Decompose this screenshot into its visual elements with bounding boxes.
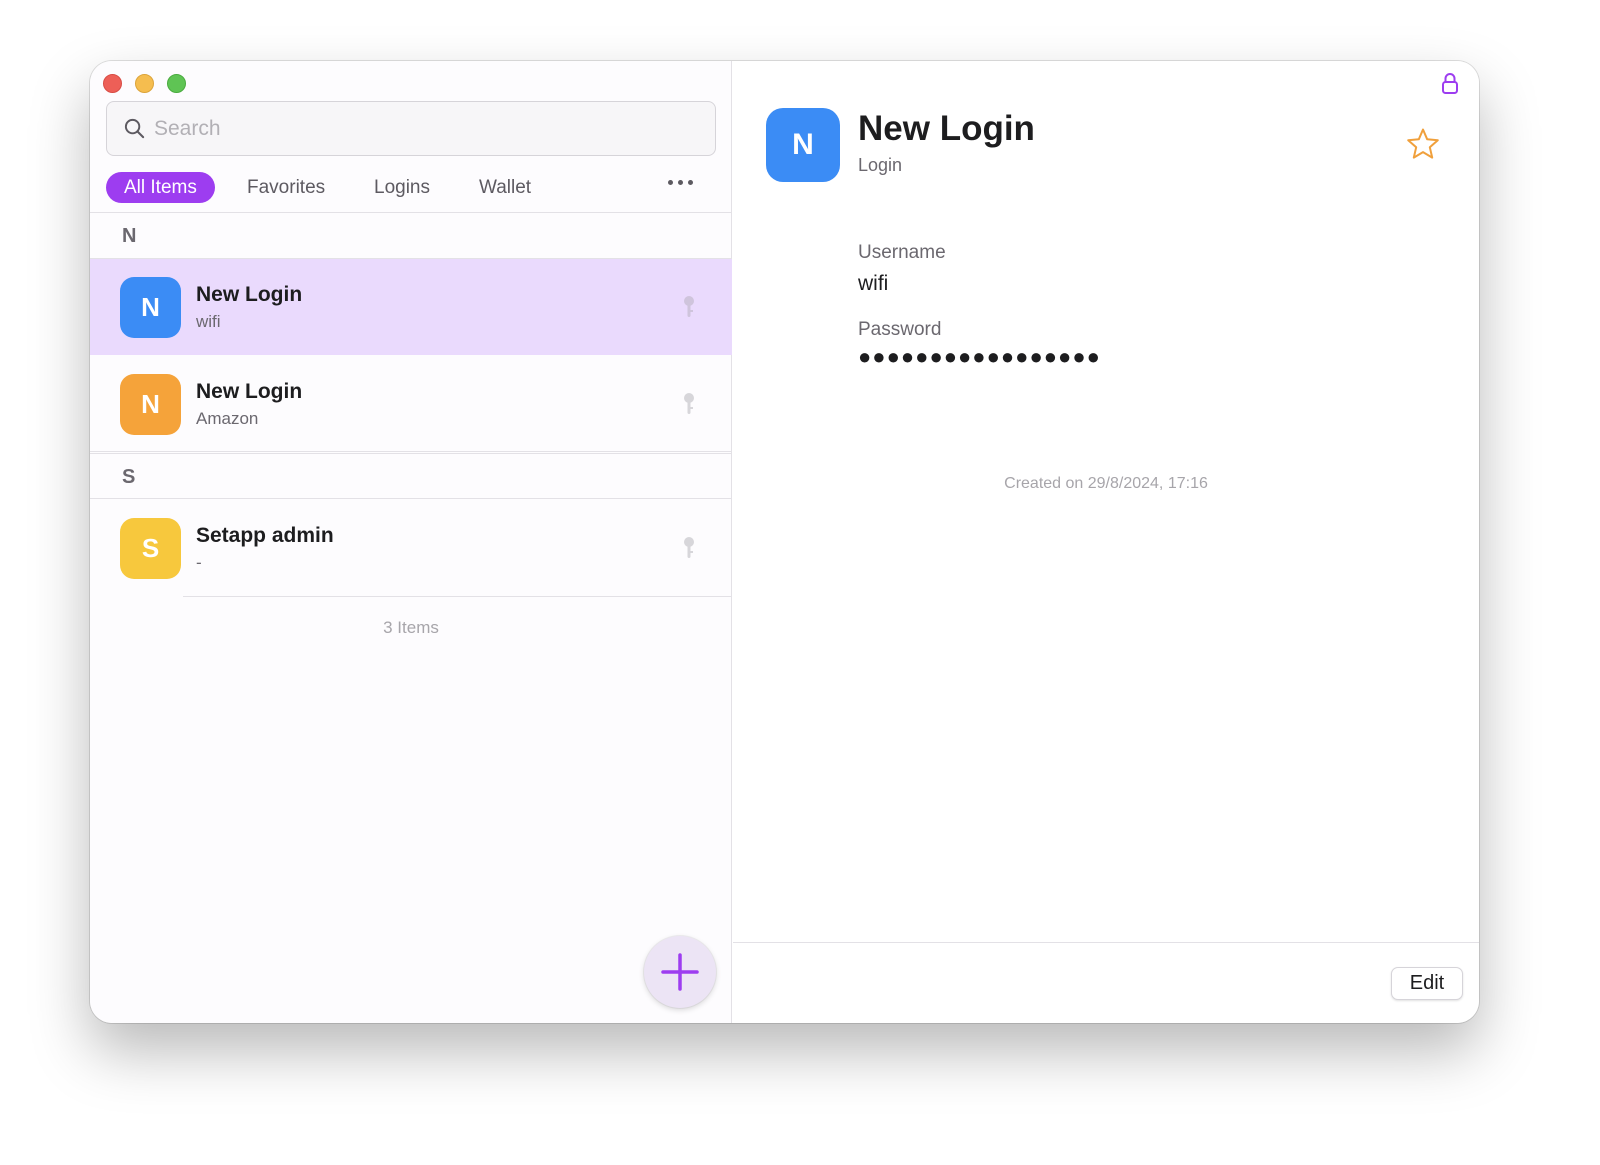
- detail-type: Login: [858, 155, 903, 175]
- search-icon: [124, 118, 145, 139]
- item-subtitle: Amazon: [196, 409, 259, 428]
- minimize-window-button[interactable]: [135, 74, 154, 93]
- search-bar[interactable]: [106, 101, 716, 156]
- list-divider: [183, 596, 732, 597]
- item-title: Setapp admin: [196, 524, 334, 547]
- item-avatar: N: [120, 277, 181, 338]
- list-item-new-login-wifi[interactable]: N New Login wifi: [90, 259, 732, 355]
- item-avatar: N: [120, 374, 181, 435]
- username-label: Username: [858, 242, 946, 263]
- list-item-setapp-admin[interactable]: S Setapp admin -: [90, 500, 732, 596]
- window-controls: [103, 74, 186, 93]
- add-item-button[interactable]: [644, 936, 716, 1008]
- section-header-s: S: [90, 453, 732, 499]
- detail-avatar: N: [766, 108, 840, 182]
- sidebar: All Items Favorites Logins Wallet N N Ne…: [90, 61, 732, 1023]
- close-window-button[interactable]: [103, 74, 122, 93]
- detail-pane: N New Login Login Username wifi Password…: [733, 61, 1479, 1023]
- key-icon: [684, 393, 694, 414]
- favorite-star-icon[interactable]: [1406, 127, 1440, 161]
- tab-all-items[interactable]: All Items: [106, 172, 215, 203]
- tab-logins[interactable]: Logins: [356, 172, 448, 203]
- item-subtitle: -: [196, 553, 202, 572]
- plus-icon: [661, 953, 699, 991]
- detail-title: New Login: [858, 109, 1035, 148]
- key-icon: [684, 537, 694, 558]
- item-count: 3 Items: [383, 618, 439, 637]
- zoom-window-button[interactable]: [167, 74, 186, 93]
- tab-wallet[interactable]: Wallet: [461, 172, 549, 203]
- item-title: New Login: [196, 283, 303, 306]
- created-timestamp: Created on 29/8/2024, 17:16: [1004, 475, 1208, 492]
- item-avatar: S: [120, 518, 181, 579]
- filter-tabs: All Items Favorites Logins Wallet: [106, 172, 716, 204]
- list-item-new-login-amazon[interactable]: N New Login Amazon: [90, 356, 732, 452]
- detail-footer: Edit: [733, 942, 1479, 1023]
- item-title: New Login: [196, 380, 303, 403]
- edit-button[interactable]: Edit: [1391, 967, 1463, 1000]
- app-window: All Items Favorites Logins Wallet N N Ne…: [90, 61, 1479, 1023]
- more-options-icon[interactable]: [668, 180, 693, 185]
- username-value[interactable]: wifi: [858, 272, 888, 296]
- section-header-n: N: [90, 213, 732, 259]
- search-input[interactable]: [154, 116, 674, 141]
- item-subtitle: wifi: [196, 312, 221, 331]
- key-icon: [684, 296, 694, 317]
- password-label: Password: [858, 319, 942, 340]
- tab-favorites[interactable]: Favorites: [229, 172, 343, 203]
- password-value[interactable]: ●●●●●●●●●●●●●●●●●: [858, 344, 1101, 370]
- lock-icon[interactable]: [1441, 72, 1459, 94]
